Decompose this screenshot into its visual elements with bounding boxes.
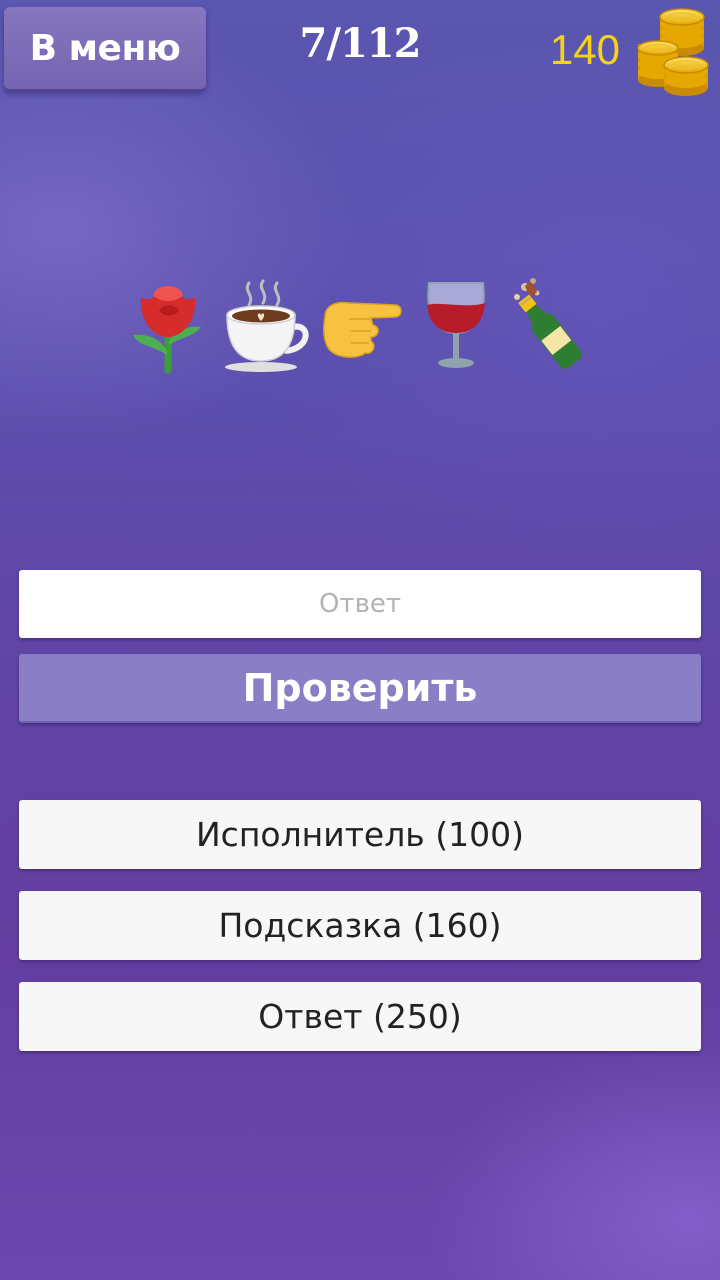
emoji-puzzle <box>0 270 720 380</box>
answer-input[interactable] <box>19 570 701 638</box>
hint-button[interactable]: Подсказка (160) <box>19 891 701 960</box>
hot-beverage-icon <box>225 279 309 372</box>
coin-count: 140 <box>549 26 620 73</box>
gold-coins-icon <box>637 8 709 96</box>
pointing-right-icon <box>323 301 402 358</box>
wine-glass-icon <box>427 282 485 368</box>
rose-icon <box>133 286 201 374</box>
menu-button[interactable]: В меню <box>4 7 206 91</box>
reveal-answer-button[interactable]: Ответ (250) <box>19 982 701 1051</box>
level-counter: 7/112 <box>299 20 422 67</box>
check-button[interactable]: Проверить <box>19 654 701 723</box>
reveal-artist-button[interactable]: Исполнитель (100) <box>19 800 701 869</box>
champagne-bottle-icon <box>514 278 582 369</box>
top-bar: В меню 7/112 140 <box>0 0 720 100</box>
